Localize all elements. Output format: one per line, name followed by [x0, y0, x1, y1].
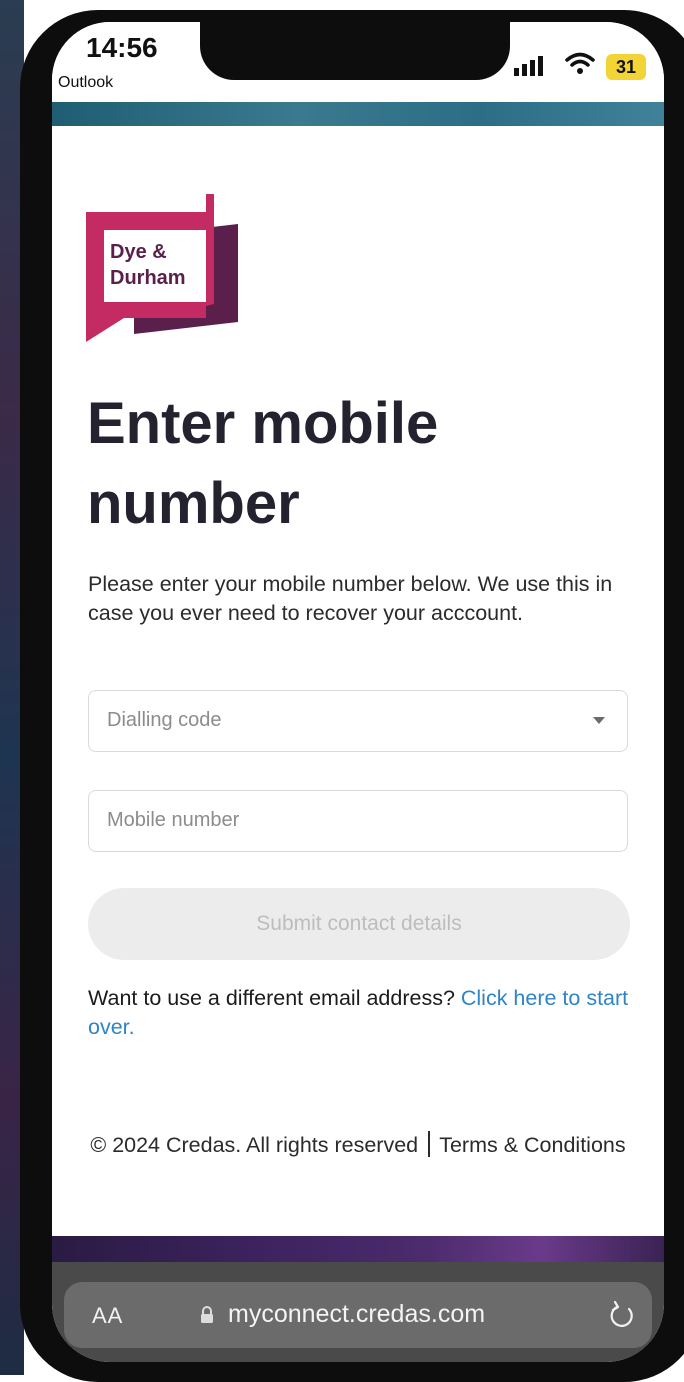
url-text: myconnect.credas.com	[228, 1300, 486, 1328]
text-size-button[interactable]: AA	[92, 1303, 123, 1329]
submit-contact-details-button[interactable]: Submit contact details	[88, 888, 630, 960]
bottom-background-band	[52, 1236, 664, 1262]
wifi-icon	[565, 52, 595, 74]
battery-indicator: 31	[606, 54, 646, 80]
intro-text: Please enter your mobile number below. W…	[88, 572, 613, 625]
copyright-text: © 2024 Credas. All rights reserved	[90, 1133, 419, 1157]
lock-icon	[201, 1306, 213, 1323]
dye-durham-logo: Dye & Durham	[86, 194, 238, 342]
status-time: 14:56	[86, 32, 158, 63]
footer-divider	[428, 1131, 430, 1157]
alt-email-text: Want to use a different email address?	[88, 986, 461, 1010]
page-title-line2: number	[87, 471, 300, 536]
mobile-number-input[interactable]: Mobile number	[88, 790, 628, 852]
dialling-code-placeholder: Dialling code	[107, 709, 222, 731]
logo-text-line1: Dye &	[110, 241, 167, 263]
browser-address-bar: AA myconnect.credas.com	[52, 1262, 664, 1362]
signal-icon	[514, 56, 543, 76]
mobile-number-placeholder: Mobile number	[107, 809, 240, 831]
dialling-code-select[interactable]: Dialling code	[88, 690, 628, 752]
alt-email-prompt: Want to use a different email address? C…	[88, 984, 633, 1042]
reload-icon[interactable]	[608, 1300, 636, 1330]
logo-text-line2: Durham	[110, 267, 186, 289]
phone-screen: 14:56 Outlook 31 Dye & Durham Enter mobi…	[52, 22, 664, 1362]
status-bar: 14:56 Outlook 31	[52, 22, 664, 102]
footer: © 2024 Credas. All rights reserved Terms…	[88, 1130, 628, 1161]
page-title: Enter mobile number	[87, 384, 647, 544]
url-field[interactable]: AA myconnect.credas.com	[64, 1282, 652, 1348]
back-to-app-link[interactable]: Outlook	[58, 74, 113, 92]
terms-link[interactable]: Terms & Conditions	[439, 1133, 625, 1157]
chevron-down-icon	[593, 717, 605, 724]
page-title-line1: Enter mobile	[87, 391, 439, 456]
top-background-band	[52, 102, 664, 126]
page-content: Dye & Durham Enter mobile number Please …	[52, 126, 664, 1236]
notch	[200, 22, 510, 80]
